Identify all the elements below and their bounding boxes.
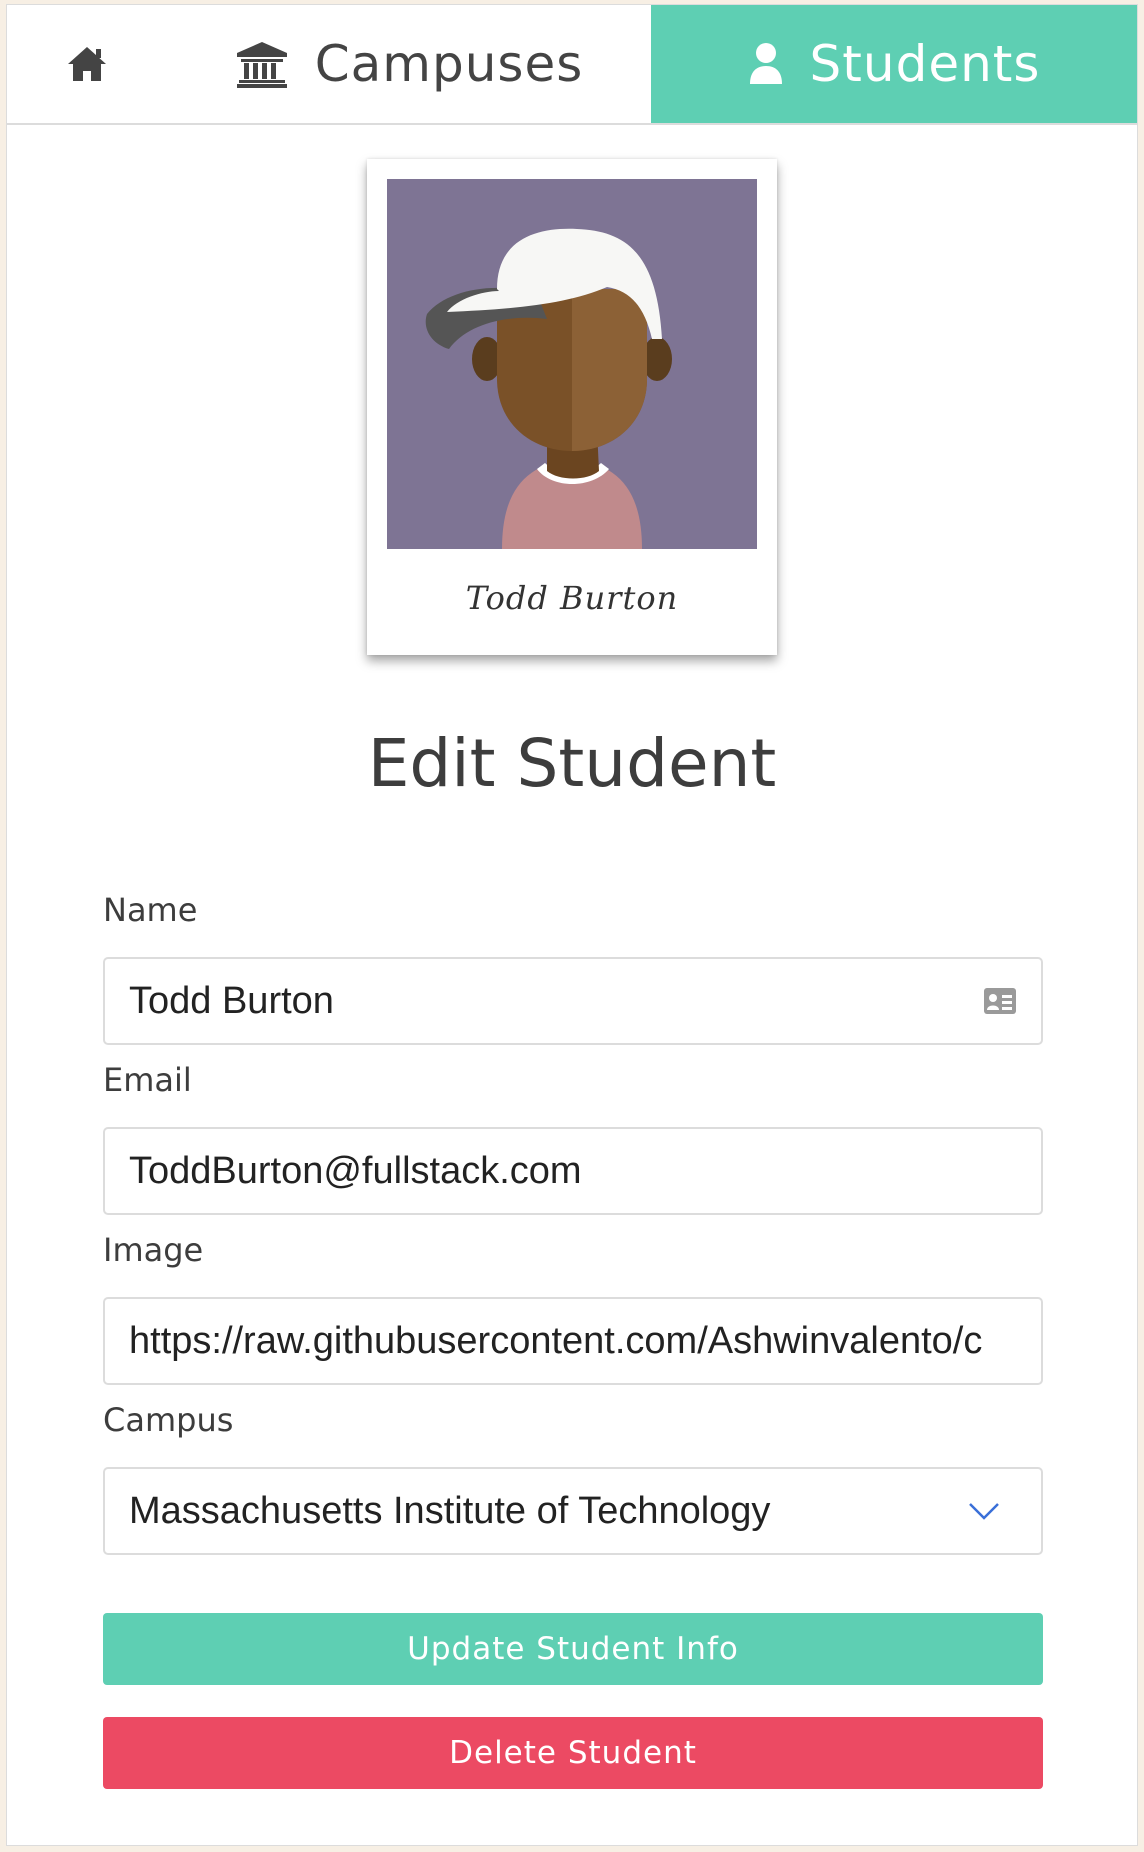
chevron-down-icon <box>967 1501 1001 1521</box>
nav-students-label: Students <box>809 35 1041 93</box>
nav-students-link[interactable]: Students <box>651 5 1137 123</box>
name-label: Name <box>103 891 198 929</box>
image-url-value: https://raw.githubusercontent.com/Ashwin… <box>129 1319 983 1362</box>
image-url-input[interactable]: https://raw.githubusercontent.com/Ashwin… <box>103 1297 1043 1385</box>
nav-home-link[interactable] <box>7 5 167 123</box>
student-avatar-image <box>387 179 757 549</box>
nav-campuses-link[interactable]: Campuses <box>167 5 651 123</box>
update-student-button[interactable]: Update Student Info <box>103 1613 1043 1685</box>
campus-label: Campus <box>103 1401 234 1439</box>
contact-card-icon[interactable] <box>983 987 1017 1015</box>
email-label: Email <box>103 1061 192 1099</box>
nav-campuses-label: Campuses <box>314 35 584 93</box>
email-input[interactable]: ToddBurton@fullstack.com <box>103 1127 1043 1215</box>
name-input-value: Todd Burton <box>129 979 334 1022</box>
delete-student-button[interactable]: Delete Student <box>103 1717 1043 1789</box>
page-title: Edit Student <box>367 725 777 802</box>
email-input-value: ToddBurton@fullstack.com <box>129 1149 582 1192</box>
name-input[interactable]: Todd Burton <box>103 957 1043 1045</box>
app-frame: Campuses Students Todd Burton Edit Stude… <box>6 4 1138 1846</box>
student-card-caption: Todd Burton <box>465 579 679 617</box>
student-photo-card: Todd Burton <box>367 159 777 655</box>
institution-icon <box>235 40 289 88</box>
user-icon <box>748 42 784 86</box>
campus-select[interactable]: Massachusetts Institute of Technology <box>103 1467 1043 1555</box>
image-label: Image <box>103 1231 204 1269</box>
top-nav: Campuses Students <box>7 5 1137 125</box>
home-icon <box>66 45 108 83</box>
campus-select-value: Massachusetts Institute of Technology <box>129 1489 771 1532</box>
